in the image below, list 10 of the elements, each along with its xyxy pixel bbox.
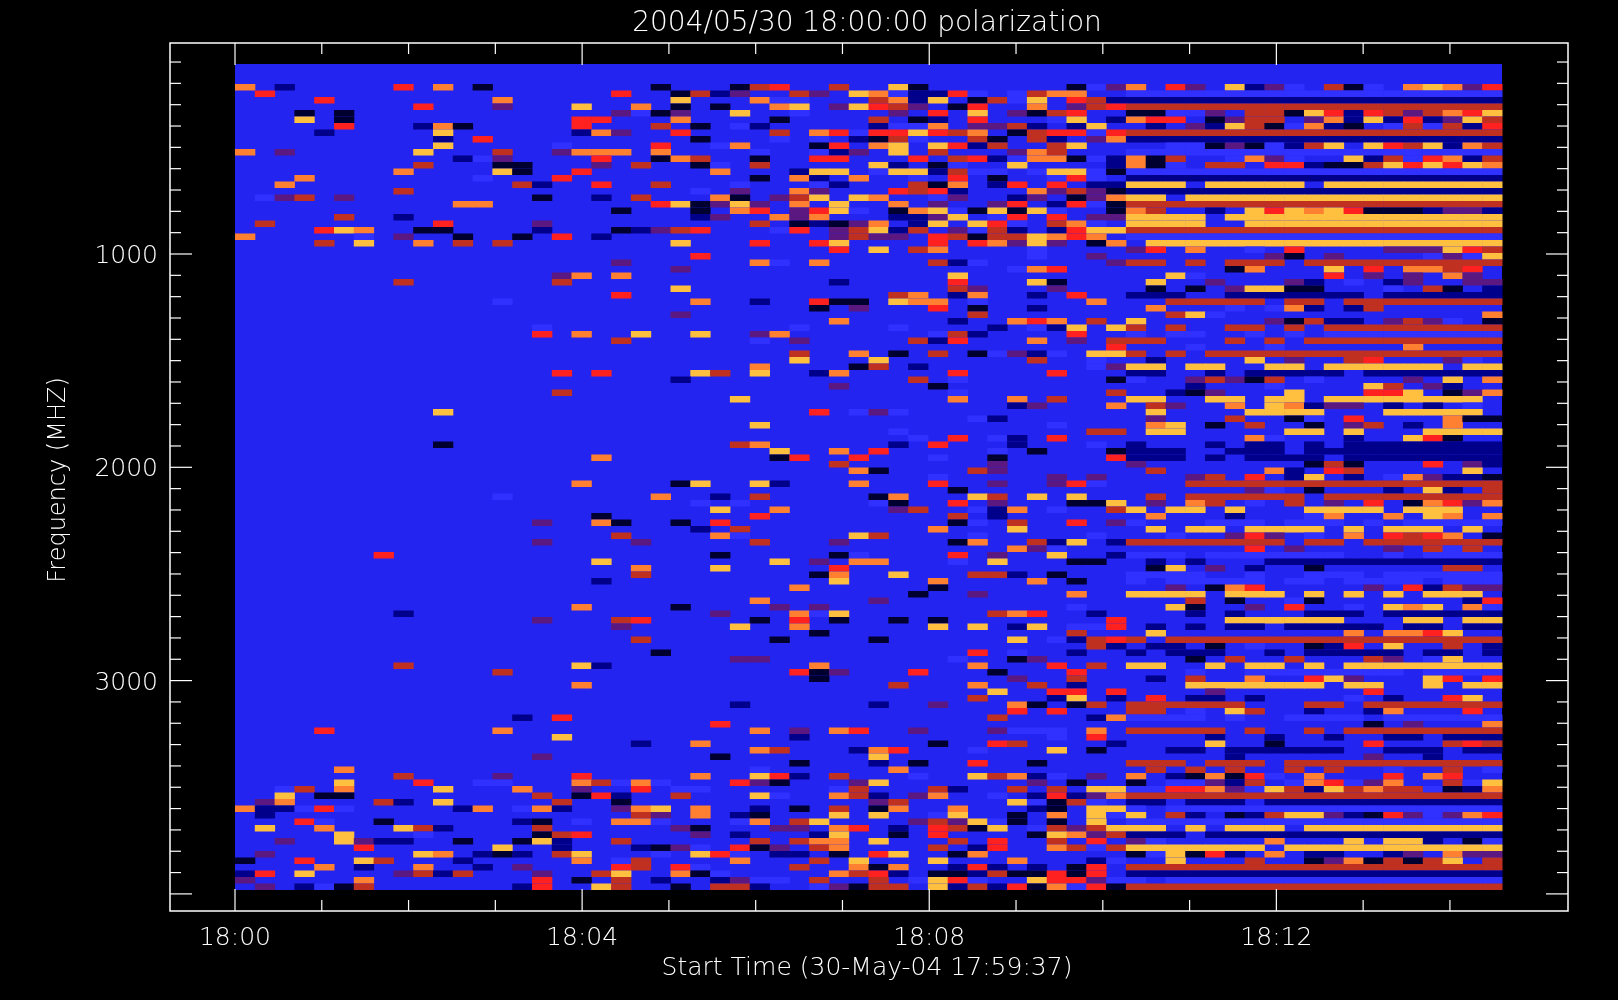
- x-axis-label: Start Time (30-May-04 17:59:37): [661, 952, 1073, 981]
- tick-label: 18:12: [1240, 922, 1313, 951]
- tick-label: 18:00: [199, 922, 271, 951]
- y-axis-label: Frequency (MHZ): [43, 377, 71, 583]
- tick-label: 1000: [94, 240, 158, 269]
- tick-label: 18:08: [893, 922, 966, 951]
- tick-label: 3000: [94, 666, 158, 696]
- chart-title: 2004/05/30 18:00:00 polarization: [632, 5, 1102, 38]
- tick-label: 18:04: [546, 922, 619, 951]
- tick-label: 2000: [94, 453, 158, 483]
